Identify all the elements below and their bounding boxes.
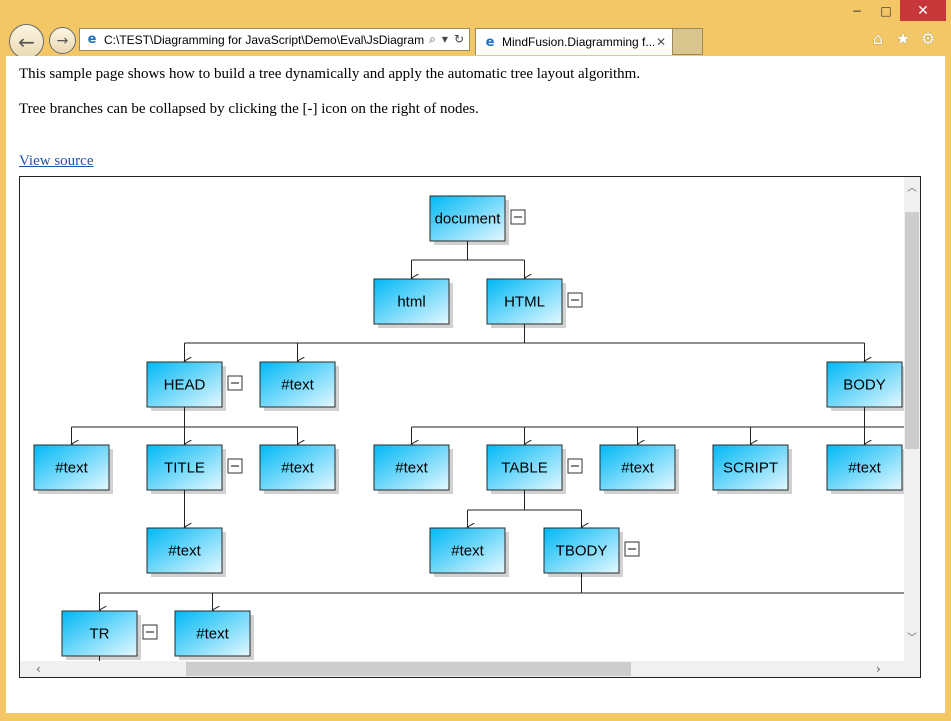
- scroll-down-icon[interactable]: ﹀: [904, 629, 920, 644]
- page-content: This sample page shows how to build a tr…: [6, 56, 945, 713]
- node-label: #text: [281, 460, 314, 477]
- maximize-button[interactable]: □: [872, 0, 900, 21]
- minimize-button[interactable]: −: [842, 0, 872, 21]
- node-label: SCRIPT: [723, 460, 778, 477]
- tree-node-tbody[interactable]: TBODY: [543, 527, 640, 577]
- node-label: #text: [451, 543, 484, 560]
- tree-node-text4[interactable]: #text: [373, 444, 453, 494]
- tree-node-html[interactable]: html: [373, 278, 453, 328]
- tree-node-text8[interactable]: #text: [429, 527, 509, 577]
- node-label: #text: [168, 543, 201, 560]
- tree-node-document[interactable]: document: [429, 195, 526, 245]
- node-label: HEAD: [164, 377, 206, 394]
- vertical-scrollbar[interactable]: ︿ ﹀: [904, 177, 920, 662]
- scroll-up-icon[interactable]: ︿: [904, 179, 920, 194]
- tree-node-text7[interactable]: #text: [146, 527, 226, 577]
- node-label: #text: [196, 626, 229, 643]
- tree-node-script[interactable]: SCRIPT: [712, 444, 792, 494]
- scroll-right-icon[interactable]: ›: [876, 661, 881, 677]
- refresh-icon[interactable]: ↻: [454, 32, 464, 47]
- node-label: #text: [395, 460, 428, 477]
- search-icon[interactable]: ⌕: [429, 32, 436, 47]
- tree-node-text1[interactable]: #text: [259, 361, 339, 411]
- diagram-viewport[interactable]: document html HTML HEAD #text BODY #text TITLE #…: [19, 176, 921, 678]
- dropdown-icon[interactable]: ▾: [442, 32, 448, 47]
- node-label: BODY: [843, 377, 886, 394]
- node-label: TBODY: [556, 543, 608, 560]
- address-text[interactable]: C:\TEST\Diagramming for JavaScript\Demo\…: [104, 33, 424, 47]
- tree-node-table[interactable]: TABLE: [486, 444, 583, 494]
- node-label: #text: [55, 460, 88, 477]
- node-label: TITLE: [164, 460, 205, 477]
- node-label: #text: [281, 377, 314, 394]
- tree-diagram[interactable]: document html HTML HEAD #text BODY #text TITLE #…: [20, 177, 904, 661]
- tree-node-html[interactable]: HTML: [486, 278, 583, 328]
- node-label: document: [435, 211, 502, 228]
- tab-mindfusion[interactable]: e MindFusion.Diagramming f... ✕: [475, 28, 673, 55]
- ie-page-icon: e: [485, 34, 495, 50]
- node-label: #text: [848, 460, 881, 477]
- collapse-note: Tree branches can be collapsed by clicki…: [19, 101, 479, 117]
- node-label: TABLE: [501, 460, 547, 477]
- node-label: #text: [621, 460, 654, 477]
- tab-title: MindFusion.Diagramming f...: [502, 35, 654, 49]
- horizontal-scroll-thumb[interactable]: [186, 662, 631, 676]
- tree-node-text3[interactable]: #text: [259, 444, 339, 494]
- tree-node-title[interactable]: TITLE: [146, 444, 243, 494]
- address-bar[interactable]: e C:\TEST\Diagramming for JavaScript\Dem…: [79, 28, 470, 51]
- node-label: TR: [90, 626, 110, 643]
- forward-arrow-icon: →: [56, 32, 69, 49]
- tree-node-text9[interactable]: #text: [174, 610, 254, 660]
- gear-icon[interactable]: ⚙: [918, 28, 938, 48]
- back-button[interactable]: ←: [9, 24, 44, 59]
- ie-page-icon: e: [87, 32, 97, 47]
- tree-node-body[interactable]: BODY: [826, 361, 904, 411]
- star-icon[interactable]: ★: [893, 28, 913, 48]
- close-window-button[interactable]: ✕: [900, 0, 946, 21]
- forward-button[interactable]: →: [49, 27, 76, 54]
- horizontal-scrollbar[interactable]: ‹ ›: [20, 661, 904, 677]
- node-label: HTML: [504, 294, 545, 311]
- intro-text: This sample page shows how to build a tr…: [19, 66, 641, 82]
- vertical-scroll-thumb[interactable]: [905, 212, 919, 449]
- scrollbar-corner: [904, 661, 920, 677]
- back-arrow-icon: ←: [18, 29, 35, 54]
- tree-node-text5[interactable]: #text: [599, 444, 679, 494]
- tree-node-tr[interactable]: TR: [61, 610, 158, 660]
- tree-node-text6[interactable]: #text: [826, 444, 904, 494]
- tree-node-text2[interactable]: #text: [33, 444, 113, 494]
- scroll-left-icon[interactable]: ‹: [36, 661, 41, 677]
- new-tab-button[interactable]: [673, 28, 703, 55]
- tree-node-head[interactable]: HEAD: [146, 361, 243, 411]
- node-label: html: [397, 294, 425, 311]
- home-icon[interactable]: ⌂: [868, 28, 888, 48]
- view-source-link[interactable]: View source: [19, 153, 94, 170]
- close-icon[interactable]: ✕: [654, 35, 668, 49]
